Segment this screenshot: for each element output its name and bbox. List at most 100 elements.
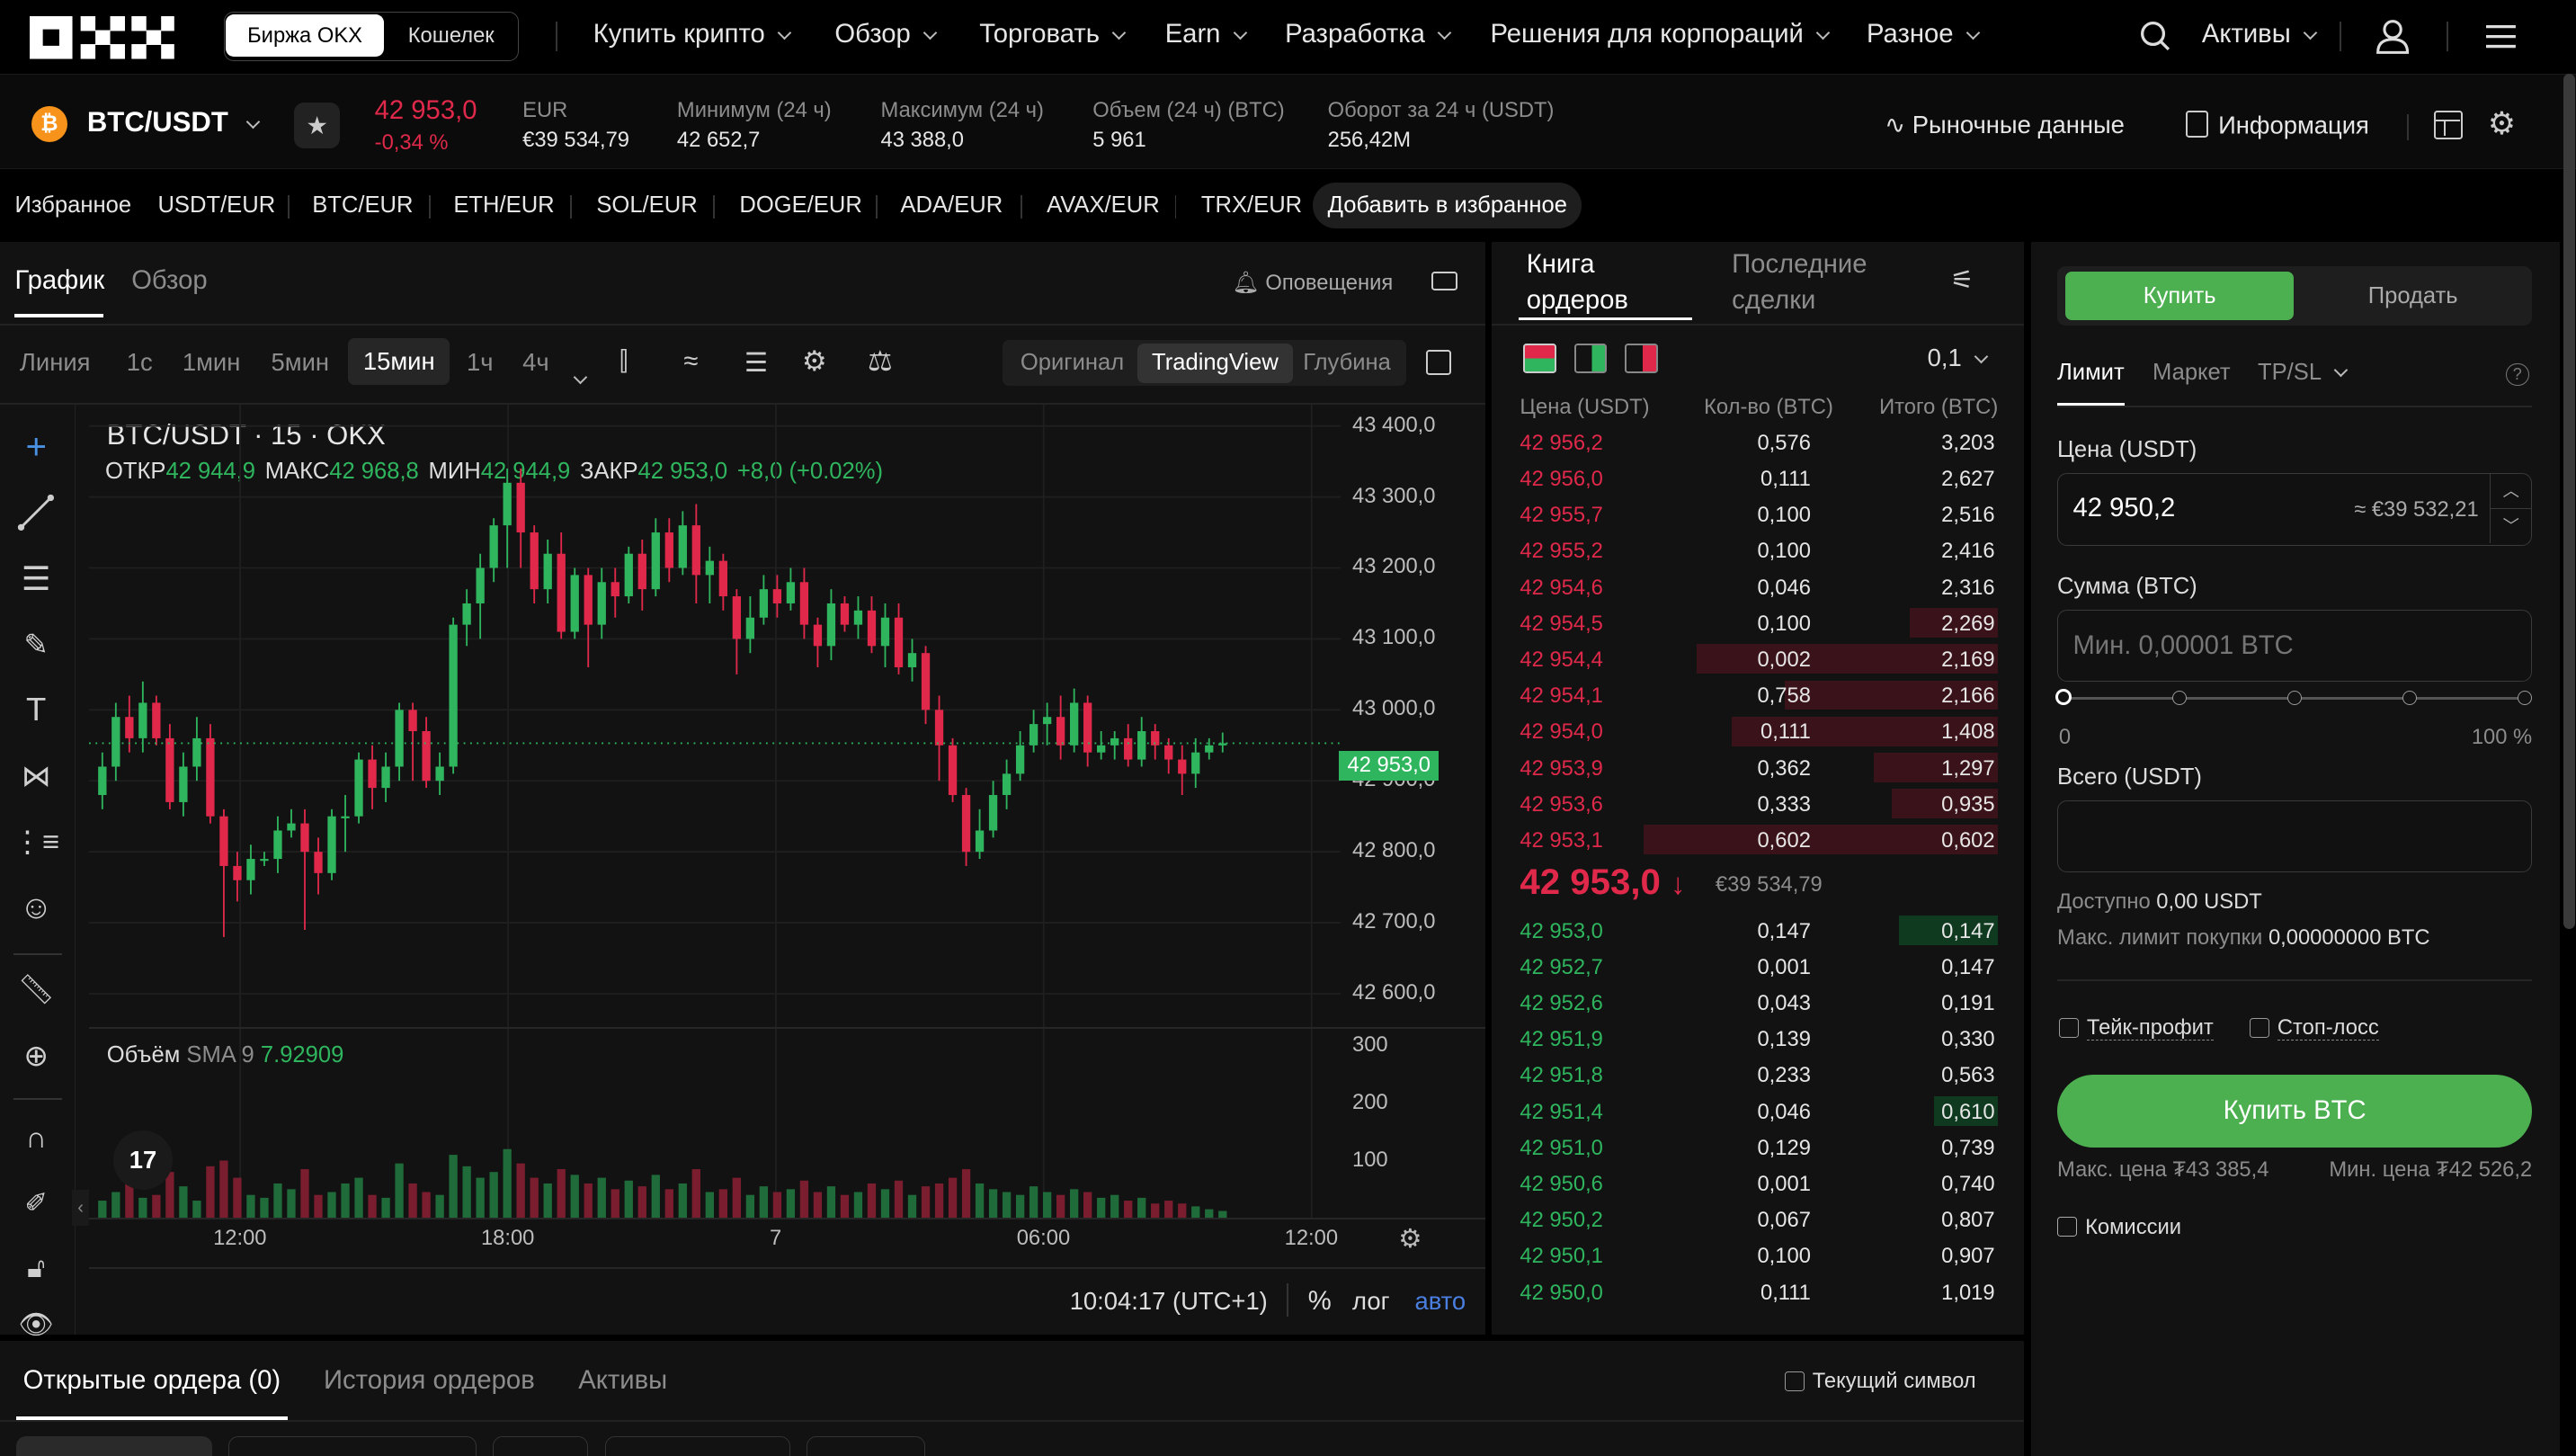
bid-row[interactable]: 42 951,0 0,129 0,739 (1492, 1129, 2024, 1165)
fav-pair[interactable]: SOL/EUR (596, 192, 697, 219)
nav-earn[interactable]: Earn (1165, 20, 1248, 49)
lock-icon[interactable]: 🔓︎ (13, 1246, 59, 1291)
tradingview-logo[interactable]: 17 (113, 1130, 173, 1191)
nav-overview[interactable]: Обзор (834, 20, 938, 49)
nav-assets[interactable]: Активы (2202, 20, 2318, 49)
buy-tab[interactable]: Купить (2065, 271, 2295, 321)
ruler-icon[interactable]: 📏︎ (13, 967, 59, 1013)
view-asks-icon[interactable] (1625, 343, 1658, 373)
buy-btc-button[interactable]: Купить BTC (2057, 1075, 2533, 1148)
percent-scale-toggle[interactable]: % (1308, 1287, 1332, 1317)
expand-icon[interactable] (1426, 350, 1451, 375)
nav-institutional[interactable]: Решения для корпораций (1491, 20, 1831, 49)
mode-original[interactable]: Оригинал (1021, 350, 1124, 376)
emoji-icon[interactable]: ☺ (13, 884, 59, 930)
filter-chip[interactable] (604, 1436, 791, 1456)
nav-develop[interactable]: Разработка (1285, 20, 1452, 49)
order-type-market[interactable]: Маркет (2153, 360, 2231, 386)
step-selector[interactable]: 0,1 (1928, 344, 1989, 372)
ask-row[interactable]: 42 954,1 0,758 2,166 (1492, 677, 2024, 713)
chart-settings-icon[interactable]: ⚙ (802, 345, 827, 378)
ask-row[interactable]: 42 956,2 0,576 3,203 (1492, 424, 2024, 460)
bid-row[interactable]: 42 953,0 0,147 0,147 (1492, 912, 2024, 948)
fav-pair[interactable]: DOGE/EUR (739, 192, 861, 219)
tab-order-book[interactable]: Книга ордеров (1527, 246, 1642, 318)
forecast-icon[interactable]: ⋮≡ (13, 818, 59, 864)
bid-row[interactable]: 42 950,1 0,100 0,907 (1492, 1237, 2024, 1273)
fav-pair[interactable]: ADA/EUR (900, 192, 1003, 219)
order-type-tpsl[interactable]: TP/SL (2258, 360, 2349, 386)
total-input[interactable] (2057, 799, 2533, 873)
ask-row[interactable]: 42 954,4 0,002 2,169 (1492, 641, 2024, 677)
filter-chip[interactable] (16, 1436, 212, 1456)
ask-row[interactable]: 42 954,0 0,111 1,408 (1492, 713, 2024, 749)
ask-row[interactable]: 42 953,6 0,333 0,935 (1492, 786, 2024, 822)
nav-more[interactable]: Разное (1867, 20, 1981, 49)
ask-row[interactable]: 42 956,0 0,111 2,627 (1492, 460, 2024, 496)
price-stepper-down[interactable]: ﹀ (2490, 508, 2531, 544)
list-icon[interactable]: ☰ (744, 347, 768, 379)
okx-logo[interactable] (29, 16, 174, 59)
fees-link[interactable]: Комиссии (2057, 1215, 2181, 1240)
lock-drawing-icon[interactable]: ✐ (13, 1180, 59, 1226)
interval-1m[interactable]: 1мин (183, 348, 241, 377)
book-settings-icon[interactable]: ⚟ (1950, 264, 1974, 296)
wallet-tab[interactable]: Кошелек (386, 14, 517, 58)
mid-price[interactable]: 42 953,0 ↓ (1520, 862, 1685, 903)
text-icon[interactable]: T (13, 687, 59, 733)
tab-chart[interactable]: График (14, 266, 104, 296)
take-profit-checkbox[interactable]: Тейк-профит (2058, 1015, 2214, 1041)
trend-line-icon[interactable] (13, 490, 59, 536)
price-stepper-up[interactable]: ︿ (2490, 474, 2532, 509)
fav-pair[interactable]: TRX/EUR (1201, 192, 1302, 219)
layout-icon[interactable] (2433, 111, 2464, 139)
candles-type-icon[interactable]: ⫿ (619, 347, 628, 377)
bid-row[interactable]: 42 950,6 0,001 0,740 (1492, 1166, 2024, 1201)
fav-pair[interactable]: ETH/EUR (453, 192, 554, 219)
interval-1h[interactable]: 1ч (467, 348, 494, 377)
chevron-down-icon[interactable] (573, 370, 587, 385)
nav-buy-crypto[interactable]: Купить крипто (593, 20, 792, 49)
collapse-toolbar-icon[interactable]: ‹ (72, 1190, 89, 1227)
view-both-icon[interactable] (1523, 343, 1556, 373)
menu-icon[interactable] (2486, 23, 2516, 57)
interval-15m[interactable]: 15мин (348, 338, 450, 385)
ask-row[interactable]: 42 954,6 0,046 2,316 (1492, 568, 2024, 604)
bid-row[interactable]: 42 952,7 0,001 0,147 (1492, 948, 2024, 984)
tab-recent-trades[interactable]: Последние сделки (1732, 246, 1896, 318)
settings-gear-icon[interactable]: ⚙ (2488, 106, 2516, 142)
fullscreen-toggle-icon[interactable] (1431, 271, 1457, 291)
interval-1s[interactable]: 1с (127, 348, 153, 377)
horizontal-lines-icon[interactable]: ☰ (13, 556, 59, 602)
auto-scale-toggle[interactable]: авто (1414, 1287, 1466, 1316)
search-icon[interactable] (2139, 20, 2172, 60)
ask-row[interactable]: 42 955,2 0,100 2,416 (1492, 532, 2024, 568)
order-type-limit[interactable]: Лимит (2057, 360, 2125, 386)
scales-icon[interactable]: ⚖ (868, 345, 893, 378)
fav-pair[interactable]: AVAX/EUR (1047, 192, 1160, 219)
tab-open-orders[interactable]: Открытые ордера (0) (23, 1366, 281, 1396)
fav-pair[interactable]: BTC/EUR (312, 192, 413, 219)
bid-row[interactable]: 42 952,6 0,043 0,191 (1492, 985, 2024, 1021)
filter-chip[interactable] (807, 1436, 925, 1456)
interval-5m[interactable]: 5мин (272, 348, 330, 377)
add-to-favorites-button[interactable]: Добавить в избранное (1313, 182, 1582, 228)
log-scale-toggle[interactable]: лог (1352, 1287, 1390, 1316)
zoom-icon[interactable]: ⊕ (13, 1032, 59, 1078)
filter-chip[interactable] (493, 1436, 589, 1456)
filter-chip[interactable] (228, 1436, 477, 1456)
view-bids-icon[interactable] (1573, 343, 1608, 373)
tab-overview[interactable]: Обзор (131, 266, 207, 296)
amount-input[interactable] (2057, 610, 2533, 683)
ask-row[interactable]: 42 954,5 0,100 2,269 (1492, 605, 2024, 641)
pattern-icon[interactable]: ⋈ (13, 753, 59, 799)
price-input[interactable]: 42 950,2 ≈ €39 532,21 ︿ ﹀ (2057, 473, 2533, 546)
user-icon[interactable] (2375, 18, 2411, 61)
tab-order-history[interactable]: История ордеров (324, 1366, 535, 1396)
bid-row[interactable]: 42 950,2 0,067 0,807 (1492, 1201, 2024, 1237)
market-data-button[interactable]: ∿ Рыночные данные (1885, 111, 2125, 139)
magnet-icon[interactable]: ∩ (13, 1114, 59, 1160)
slider-handle[interactable] (2055, 688, 2072, 705)
nav-trade[interactable]: Торговать (979, 20, 1127, 49)
bid-row[interactable]: 42 950,0 0,111 1,019 (1492, 1273, 2024, 1309)
